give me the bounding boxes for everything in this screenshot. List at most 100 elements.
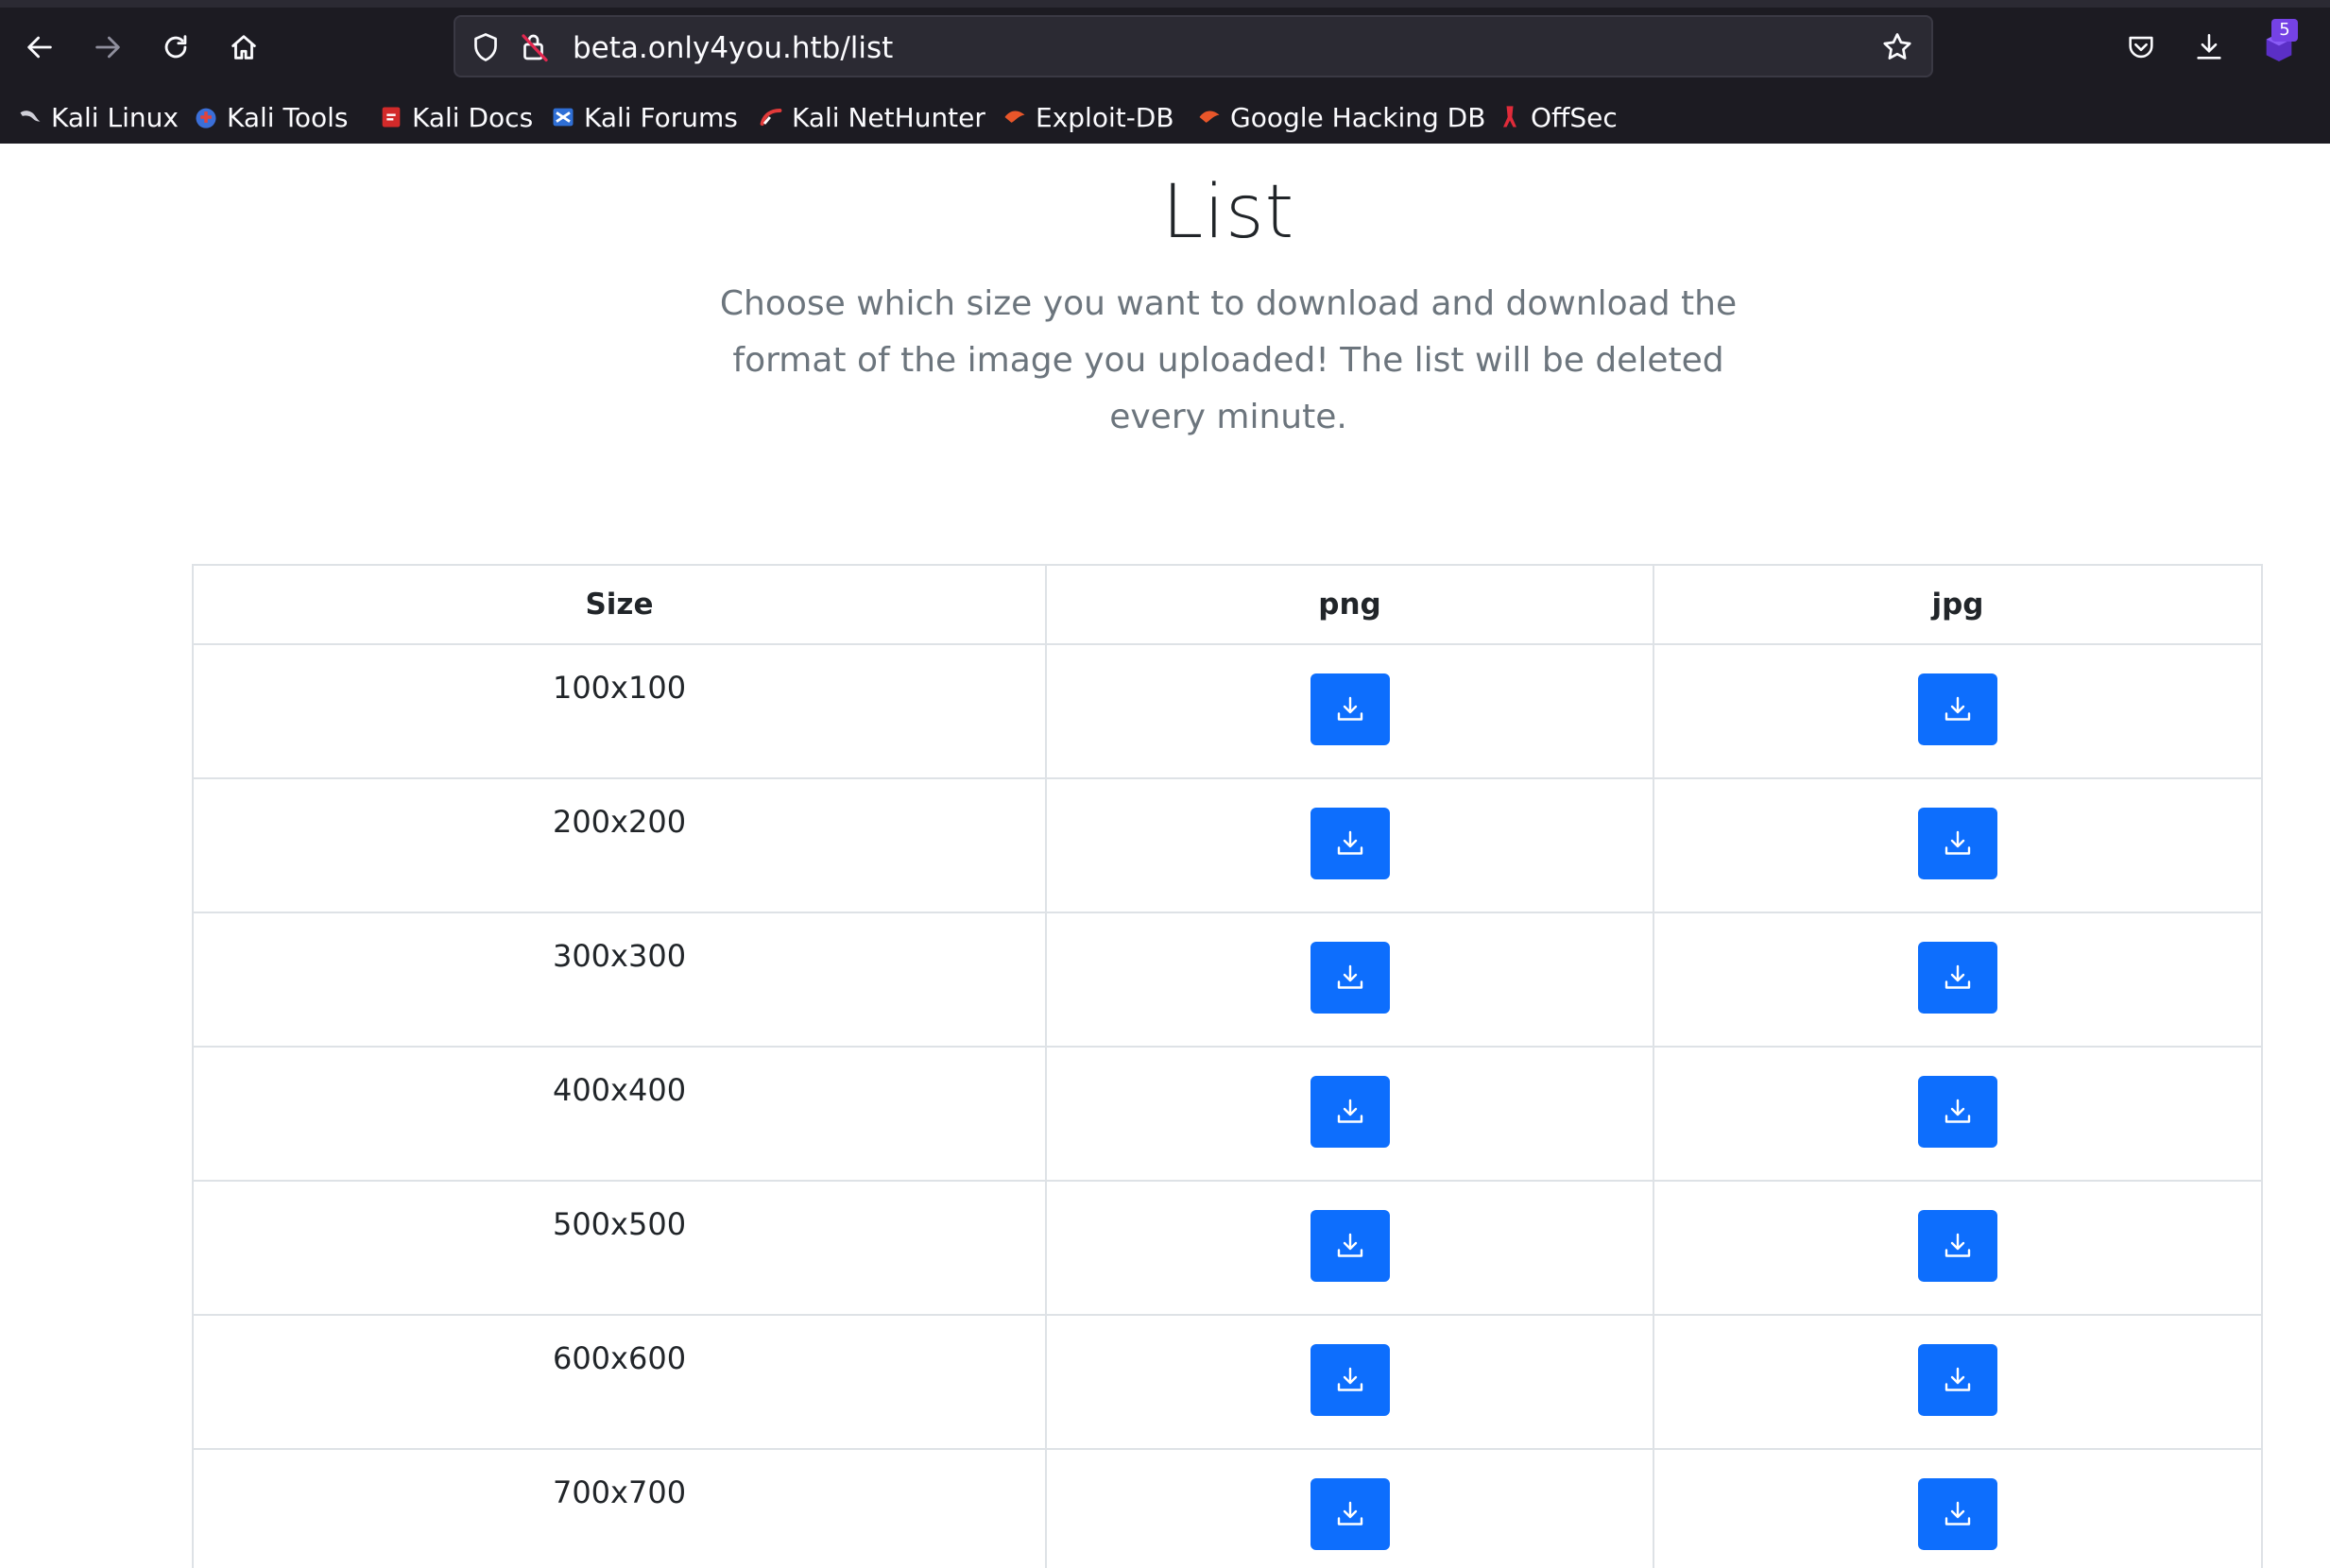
- bookmark-kali-docs[interactable]: Kali Docs: [378, 91, 533, 144]
- png-cell: [1045, 777, 1654, 913]
- size-cell: 100x100: [192, 643, 1047, 779]
- download-png-button[interactable]: [1310, 1344, 1390, 1416]
- column-header-png: png: [1045, 564, 1654, 645]
- download-png-button[interactable]: [1310, 1478, 1390, 1550]
- jpg-cell: [1653, 1314, 2263, 1450]
- page-subtitle: Choose which size you want to download a…: [719, 284, 1738, 436]
- shield-icon[interactable]: [469, 30, 503, 64]
- download-icon: [1337, 1367, 1362, 1391]
- table-row: 200x200: [192, 777, 2263, 913]
- size-cell: 400x400: [192, 1046, 1047, 1182]
- kali-tools-icon: [196, 108, 216, 128]
- download-icon: [1337, 1501, 1362, 1525]
- size-label: 200x200: [552, 804, 687, 840]
- downloads-button[interactable]: [2183, 21, 2236, 74]
- size-label: 700x700: [552, 1474, 687, 1510]
- kali-nethunter-icon: [760, 108, 782, 127]
- download-icon: [1945, 1099, 1971, 1123]
- download-png-button[interactable]: [1310, 808, 1390, 879]
- bookmark-kali-nethunter[interactable]: Kali NetHunter: [758, 91, 985, 144]
- arrow-right-icon: [95, 36, 120, 59]
- bookmark-star-icon[interactable]: [1880, 30, 1914, 64]
- download-icon: [1945, 964, 1971, 989]
- size-cell: 600x600: [192, 1314, 1047, 1450]
- kali-docs-icon: [382, 107, 401, 128]
- size-cell: 500x500: [192, 1180, 1047, 1316]
- download-jpg-button[interactable]: [1918, 673, 1997, 745]
- exploit-db-icon: [1004, 111, 1025, 123]
- table-row: 600x600: [192, 1314, 2263, 1450]
- jpg-cell: [1653, 777, 2263, 913]
- download-icon: [1945, 696, 1971, 721]
- bookmark-kali-linux[interactable]: Kali Linux: [17, 91, 179, 144]
- size-label: 500x500: [552, 1206, 687, 1242]
- bookmark-offsec[interactable]: OffSec: [1497, 91, 1618, 144]
- download-jpg-button[interactable]: [1918, 1076, 1997, 1148]
- download-jpg-button[interactable]: [1918, 1478, 1997, 1550]
- size-label: 100x100: [552, 670, 687, 706]
- column-header-size: Size: [192, 564, 1047, 645]
- table-row: 500x500: [192, 1180, 2263, 1316]
- size-label: 600x600: [552, 1340, 687, 1376]
- extension-badge: 5: [2271, 19, 2298, 42]
- download-jpg-button[interactable]: [1918, 942, 1997, 1014]
- url-text[interactable]: beta.only4you.htb/list: [573, 30, 893, 66]
- size-label: 300x300: [552, 938, 687, 974]
- size-label: 400x400: [552, 1072, 687, 1108]
- bookmark-kali-forums[interactable]: Kali Forums: [550, 91, 738, 144]
- jpg-cell: [1653, 1180, 2263, 1316]
- forward-button[interactable]: [81, 21, 134, 74]
- size-cell: 700x700: [192, 1448, 1047, 1568]
- column-header-jpg: jpg: [1653, 564, 2263, 645]
- table-row: 100x100: [192, 643, 2263, 779]
- back-button[interactable]: [13, 21, 66, 74]
- arrow-left-icon: [27, 36, 52, 59]
- jpg-cell: [1653, 1046, 2263, 1182]
- download-icon: [1945, 1233, 1971, 1257]
- jpg-cell: [1653, 643, 2263, 779]
- jpg-cell: [1653, 1448, 2263, 1568]
- download-png-button[interactable]: [1310, 673, 1390, 745]
- pocket-icon: [2129, 36, 2153, 59]
- jpg-cell: [1653, 912, 2263, 1048]
- address-bar[interactable]: beta.only4you.htb/list: [454, 15, 1933, 77]
- home-icon: [231, 35, 256, 60]
- table-row: 700x700: [192, 1448, 2263, 1568]
- download-icon: [1337, 1099, 1362, 1123]
- download-png-button[interactable]: [1310, 1210, 1390, 1282]
- reload-icon: [164, 35, 187, 59]
- download-icon: [1945, 1367, 1971, 1391]
- insecure-lock-icon[interactable]: [518, 30, 552, 64]
- page-title: List: [1161, 170, 1295, 255]
- download-icon: [1337, 1233, 1362, 1257]
- pocket-button[interactable]: [2115, 21, 2167, 74]
- bookmark-google-hacking-db[interactable]: Google Hacking DB: [1196, 91, 1485, 144]
- size-cell: 300x300: [192, 912, 1047, 1048]
- kali-dragon-icon: [20, 111, 41, 122]
- download-icon: [1337, 830, 1362, 855]
- download-icon: [1337, 964, 1362, 989]
- bookmark-exploit-db[interactable]: Exploit-DB: [1002, 91, 1174, 144]
- home-button[interactable]: [217, 21, 270, 74]
- size-cell: 200x200: [192, 777, 1047, 913]
- download-png-button[interactable]: [1310, 942, 1390, 1014]
- ghdb-icon: [1199, 111, 1220, 123]
- table-header-row: Size png jpg: [192, 564, 2263, 645]
- table-body: 100x100 200x200 300x300 400x400 500x500 600x6…: [192, 643, 2263, 1568]
- download-png-button[interactable]: [1310, 1076, 1390, 1148]
- browser-chrome: beta.only4you.htb/list 5 Kali Linux Kali…: [0, 0, 2330, 144]
- table-row: 400x400: [192, 1046, 2263, 1182]
- kali-forums-icon: [553, 108, 574, 127]
- download-jpg-button[interactable]: [1918, 808, 1997, 879]
- download-jpg-button[interactable]: [1918, 1344, 1997, 1416]
- reload-button[interactable]: [149, 21, 202, 74]
- download-icon: [2197, 33, 2221, 60]
- download-icon: [1337, 696, 1362, 721]
- png-cell: [1045, 1448, 1654, 1568]
- png-cell: [1045, 643, 1654, 779]
- table-row: 300x300: [192, 912, 2263, 1048]
- tab-strip-edge: [0, 0, 2330, 8]
- bookmark-kali-tools[interactable]: Kali Tools: [193, 91, 348, 144]
- download-table: Size png jpg 100x100 200x200 300x300 400x40…: [192, 564, 2263, 1568]
- download-jpg-button[interactable]: [1918, 1210, 1997, 1282]
